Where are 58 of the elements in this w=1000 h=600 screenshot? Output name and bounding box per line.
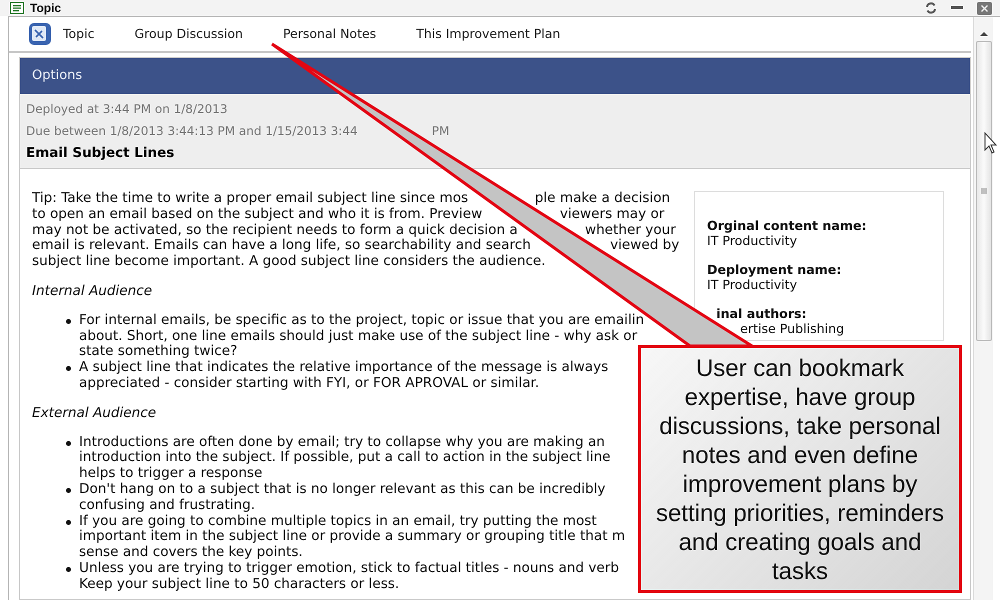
mouse-cursor-icon	[984, 132, 998, 154]
bullet-icon	[66, 366, 71, 372]
due-text: Due between 1/8/2013 3:44:13 PM and 1/15/2013 3:44	[26, 123, 358, 140]
info-value: ertise Publishing	[740, 321, 846, 336]
info-label: Orginal content name:	[707, 218, 868, 233]
callout: User can bookmark expertise, have group discussions, take personal notes and even define improvement plans by setting priorities, reminders and creating goals and tasks	[638, 345, 962, 593]
bullet-text: For internal emails, be specific as to the project, topic or issue that you are emailin	[79, 312, 644, 329]
due-text: PM	[432, 123, 450, 140]
section-title: External Audience	[32, 406, 158, 422]
bullet-icon	[66, 520, 71, 525]
tab[interactable]: Topic	[53, 24, 104, 44]
bookmark-icon[interactable]	[27, 21, 53, 47]
bullet-text: about. Short, one line emails should just make use of the subject line - why ask or	[79, 328, 638, 344]
bullet-text: Don't hang on to a subject that is no longer relevant as this can be incredibly	[79, 482, 606, 498]
bullet-text: A subject line that indicates the relative importance of the message is always	[79, 360, 608, 376]
tip-text: whether your	[584, 222, 676, 238]
bullet-icon	[66, 566, 71, 572]
info-label: Deployment name:	[707, 262, 842, 277]
grip-icon	[980, 188, 986, 194]
bullet-text: appreciated - consider starting with FYI, or FOR APROVAL or similar.	[79, 376, 540, 392]
section-title: Internal Audience	[32, 284, 154, 300]
bullet-text: helps to trigger a response	[79, 466, 264, 482]
close-icon[interactable]	[977, 2, 992, 14]
refresh-icon[interactable]	[925, 2, 937, 14]
tip-text: ple make a decision	[534, 191, 670, 207]
scrollbar[interactable]	[973, 17, 993, 600]
bullet-text: introduction into the subject. If possible, put a call to action in the subject line	[79, 450, 611, 466]
tab[interactable]: Group Discussion	[124, 24, 253, 44]
tip-text: to open an email based on the subject and who it is from. Preview	[32, 206, 482, 223]
tip-text: may not be activated, so the recipient needs to form a quick decision a	[32, 222, 518, 238]
minimize-icon[interactable]	[951, 6, 963, 10]
tip-text: viewers may or	[560, 206, 664, 223]
tab[interactable]: This Improvement Plan	[406, 24, 570, 44]
bullet-text: important item in the subject line or provide a summary or grouping title that m	[79, 529, 626, 546]
bullet-icon	[66, 488, 71, 493]
bullet-text: Introductions are often done by email; try to collapse why you are making an	[79, 434, 606, 450]
tip-text: viewed by	[610, 238, 680, 254]
tab[interactable]: Personal Notes	[272, 24, 386, 44]
tip-text: subject line become important. A good subject line considers the audience.	[32, 254, 546, 270]
options-bar: Options	[20, 58, 970, 94]
tip-text: email is relevant. Emails can have a long life, so searchability and search	[32, 238, 531, 254]
info-value: IT Productivity	[707, 233, 798, 248]
scroll-thumb[interactable]	[976, 41, 992, 341]
tip-text: Tip: Take the time to write a proper email subject line since mos	[32, 191, 468, 207]
bullet-text: confusing and frustrating.	[79, 498, 256, 514]
bullet-icon	[66, 318, 71, 324]
bullet-icon	[66, 440, 71, 446]
bullet-text: state something twice?	[79, 344, 238, 360]
bullet-text: If you are going to combine multiple topics in an email, try putting the most	[79, 514, 598, 530]
topic-heading: Email Subject Lines	[26, 144, 176, 163]
info-label: inal authors:	[716, 306, 808, 321]
scroll-up-icon[interactable]	[980, 31, 988, 37]
window-title: Topic	[30, 0, 62, 17]
bullet-text: Keep your subject line to 50 characters or less.	[79, 576, 400, 593]
info-value: IT Productivity	[707, 277, 798, 292]
bullet-text: sense and covers the key points.	[79, 545, 304, 561]
bullet-text: Unless you are trying to trigger emotion, stick to factual titles - nouns and verb	[79, 560, 619, 577]
deployed-text: Deployed at 3:44 PM on 1/8/2013	[26, 101, 228, 118]
